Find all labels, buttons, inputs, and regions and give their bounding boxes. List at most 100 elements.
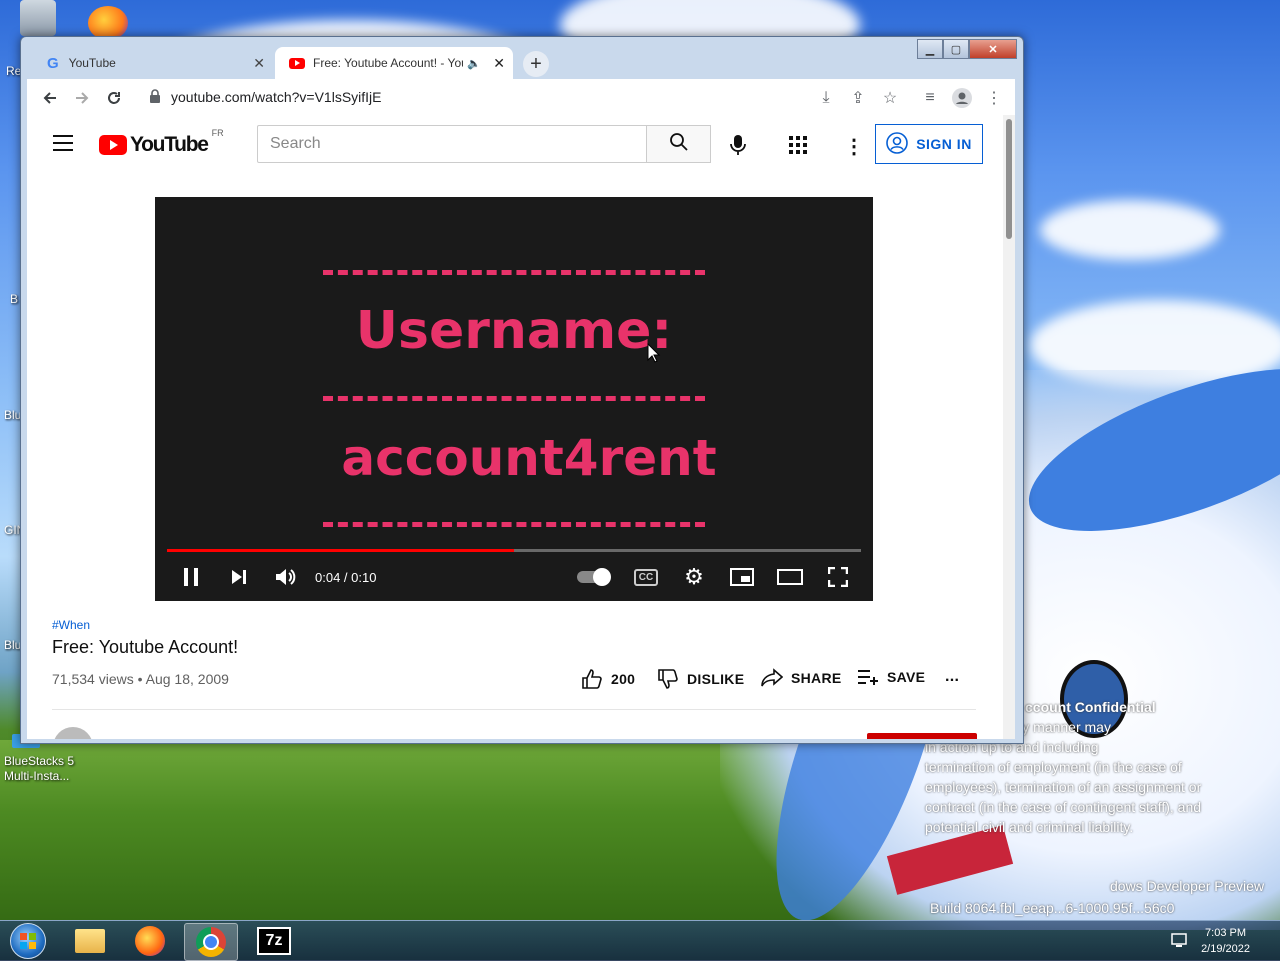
desktop-icon-recycle-bin[interactable]: Re bbox=[0, 0, 80, 78]
autoplay-track bbox=[577, 568, 611, 586]
dashed-line bbox=[323, 396, 705, 401]
tab-close-icon[interactable]: ✕ bbox=[493, 55, 505, 72]
network-tray-icon[interactable] bbox=[1170, 931, 1188, 954]
video-meta: 71,534 views • Aug 18, 2009 bbox=[52, 671, 229, 687]
chrome-taskbar-button[interactable] bbox=[184, 923, 238, 961]
tab-title: Free: Youtube Account! - You bbox=[313, 56, 463, 70]
browser-menu-icon[interactable]: ⋮ bbox=[983, 87, 1005, 109]
tab-youtube[interactable]: G YouTube ✕ bbox=[33, 47, 273, 79]
browser-toolbar: youtube.com/watch?v=V1lsSyifIjE ⤓ ⇪ ☆ ≡ … bbox=[27, 79, 1015, 115]
firefox-desktop-icon[interactable] bbox=[88, 6, 128, 40]
file-explorer-taskbar-button[interactable] bbox=[64, 923, 116, 959]
channel-avatar[interactable] bbox=[53, 727, 93, 739]
search-icon bbox=[669, 132, 689, 157]
taskbar: 7z 7:03 PM 2/19/2022 bbox=[0, 920, 1280, 961]
start-button[interactable] bbox=[2, 923, 54, 959]
7zip-taskbar-button[interactable]: 7z bbox=[248, 923, 300, 959]
account-circle-icon bbox=[886, 131, 908, 157]
tab-strip: G YouTube ✕ Free: Youtube Account! - You… bbox=[27, 45, 1021, 79]
save-label: SAVE bbox=[887, 669, 926, 685]
share-button[interactable]: SHARE bbox=[761, 668, 842, 688]
profile-icon[interactable] bbox=[951, 87, 973, 109]
dashed-line bbox=[323, 522, 705, 527]
browser-window: ▁ ▢ ✕ G YouTube ✕ Free: Youtube Account!… bbox=[20, 36, 1024, 744]
dislike-label: DISLIKE bbox=[687, 671, 745, 687]
video-title: Free: Youtube Account! bbox=[52, 637, 239, 657]
share-page-icon[interactable]: ⇪ bbox=[847, 87, 869, 109]
share-label: SHARE bbox=[791, 670, 842, 686]
bookmark-star-icon[interactable]: ☆ bbox=[879, 87, 901, 109]
tab-close-icon[interactable]: ✕ bbox=[253, 55, 265, 72]
clock-date: 2/19/2022 bbox=[1201, 943, 1250, 955]
pause-button[interactable] bbox=[177, 563, 205, 591]
microphone-icon[interactable] bbox=[729, 134, 747, 161]
next-button[interactable] bbox=[225, 563, 253, 591]
scrollbar-thumb[interactable] bbox=[1006, 119, 1012, 239]
forward-icon[interactable] bbox=[71, 87, 93, 109]
tab-title: YouTube bbox=[68, 56, 116, 70]
hamburger-menu-icon[interactable] bbox=[53, 135, 73, 156]
miniplayer-icon bbox=[730, 568, 754, 586]
tab-video[interactable]: Free: Youtube Account! - You 🔈 ✕ bbox=[275, 47, 513, 79]
cc-icon: CC bbox=[633, 568, 659, 586]
like-count: 200 bbox=[611, 671, 636, 687]
settings-gear-icon[interactable]: ⚙ bbox=[679, 563, 709, 591]
reload-icon[interactable] bbox=[103, 87, 125, 109]
search-placeholder: Search bbox=[270, 135, 321, 152]
sign-in-label: SIGN IN bbox=[916, 136, 972, 152]
apps-grid-icon[interactable] bbox=[789, 136, 807, 159]
region-code: FR bbox=[211, 128, 224, 138]
clock-time: 7:03 PM bbox=[1205, 927, 1247, 939]
like-button[interactable]: 200 bbox=[581, 668, 635, 690]
chrome-icon bbox=[196, 927, 226, 957]
page-scrollbar[interactable] bbox=[1003, 115, 1015, 739]
firefox-icon bbox=[135, 926, 165, 956]
search-input[interactable]: Search bbox=[257, 125, 647, 163]
new-tab-button[interactable]: + bbox=[523, 51, 549, 77]
recycle-bin-icon bbox=[20, 0, 56, 36]
volume-button[interactable] bbox=[271, 563, 301, 591]
lock-icon bbox=[149, 88, 161, 106]
desktop-icon-label: BlueStacks 5 Multi-Insta... bbox=[4, 754, 75, 783]
thumbs-down-icon bbox=[658, 669, 678, 689]
sign-in-button[interactable]: SIGN IN bbox=[875, 124, 983, 164]
google-icon: G bbox=[47, 54, 59, 72]
autoplay-toggle[interactable] bbox=[575, 563, 611, 591]
play-toggle-icon bbox=[593, 568, 611, 586]
install-app-icon[interactable]: ⤓ bbox=[815, 87, 837, 109]
video-player[interactable]: Username: account4rent 0:04 / 0:10 CC ⚙ bbox=[155, 197, 873, 601]
search-button[interactable] bbox=[647, 125, 711, 163]
thumbs-up-icon bbox=[582, 669, 602, 689]
video-progress-bar[interactable] bbox=[167, 549, 861, 552]
audio-playing-icon[interactable]: 🔈 bbox=[467, 57, 481, 70]
more-actions-button[interactable]: ... bbox=[945, 668, 959, 686]
media-control-icon[interactable]: ≡ bbox=[919, 87, 941, 109]
theater-icon bbox=[777, 569, 803, 585]
dislike-button[interactable]: DISLIKE bbox=[657, 668, 744, 690]
desktop-icon-label: Blu bbox=[4, 638, 22, 652]
share-icon bbox=[761, 668, 783, 687]
captions-button[interactable]: CC bbox=[631, 563, 661, 591]
7zip-icon: 7z bbox=[257, 927, 291, 955]
youtube-favicon-icon bbox=[289, 57, 305, 69]
desktop-icon-label: B bbox=[10, 292, 19, 306]
dashed-line bbox=[323, 270, 705, 275]
page-content: YouTube FR Search ⋮ SIGN IN Username: ac… bbox=[27, 115, 1015, 739]
theater-mode-button[interactable] bbox=[775, 563, 805, 591]
time-display: 0:04 / 0:10 bbox=[315, 569, 377, 585]
subscribe-button[interactable] bbox=[867, 733, 977, 739]
fullscreen-button[interactable] bbox=[823, 563, 853, 591]
back-icon[interactable] bbox=[39, 87, 61, 109]
build-line-2: Build 8064.fbl_eeap...6-1000.95f...56c0 bbox=[930, 900, 1175, 916]
youtube-logo[interactable]: YouTube FR bbox=[99, 128, 224, 157]
settings-more-icon[interactable]: ⋮ bbox=[844, 134, 864, 159]
miniplayer-button[interactable] bbox=[727, 563, 757, 591]
system-clock[interactable]: 7:03 PM 2/19/2022 bbox=[1201, 925, 1250, 957]
next-icon bbox=[232, 570, 246, 584]
url-text: youtube.com/watch?v=V1lsSyifIjE bbox=[171, 89, 382, 105]
youtube-logo-icon bbox=[99, 135, 127, 155]
firefox-taskbar-button[interactable] bbox=[124, 923, 176, 959]
hashtag-link[interactable]: #When bbox=[52, 618, 90, 632]
address-bar[interactable]: youtube.com/watch?v=V1lsSyifIjE bbox=[141, 83, 801, 111]
save-button[interactable]: SAVE bbox=[857, 668, 925, 686]
